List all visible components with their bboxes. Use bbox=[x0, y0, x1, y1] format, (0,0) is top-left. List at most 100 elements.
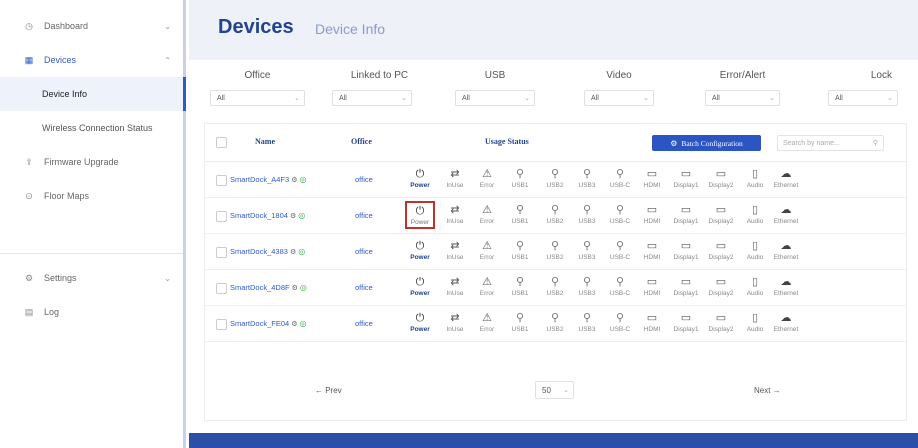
status-label: USB3 bbox=[578, 218, 596, 225]
row-checkbox[interactable] bbox=[216, 247, 227, 258]
status-audio: ▯ Audio bbox=[740, 240, 770, 261]
table-row[interactable]: SmartDock_1804 ⚙ ◎ office ⏻ Power ⇄ InUse ⚠ Error… bbox=[205, 198, 906, 234]
hdmi-icon: ▭ bbox=[646, 240, 658, 252]
batch-configuration-button[interactable]: ⚙ Batch Configuration bbox=[652, 135, 761, 151]
status-label: Display2 bbox=[708, 254, 734, 261]
filter-video-select[interactable]: All ⌄ bbox=[584, 90, 654, 106]
device-name-link[interactable]: SmartDock_FE04 ⚙ ◎ bbox=[230, 319, 306, 328]
status-label: HDMI bbox=[643, 326, 661, 333]
filter-linked-select[interactable]: All ⌄ bbox=[332, 90, 412, 106]
status-label: USB1 bbox=[511, 182, 529, 189]
filter-linked-to-pc: Linked to PC All ⌄ bbox=[332, 70, 427, 106]
display-icon: ▭ bbox=[715, 168, 727, 180]
ethernet-icon: ☁ bbox=[780, 276, 792, 288]
status-power[interactable]: ⏻ Power bbox=[405, 201, 435, 229]
status-label: Display1 bbox=[673, 254, 699, 261]
error-icon: ⚠ bbox=[482, 276, 492, 288]
status-in-use: ⇄ InUse bbox=[440, 204, 470, 225]
sidebar-item-dashboard[interactable]: ◷ Dashboard ⌄ bbox=[0, 9, 183, 43]
prev-page-button[interactable]: ← Prev bbox=[315, 386, 342, 395]
device-name-link[interactable]: SmartDock_4383 ⚙ ◎ bbox=[230, 247, 305, 256]
filter-office-select[interactable]: All ⌄ bbox=[210, 90, 305, 106]
ethernet-icon: ☁ bbox=[780, 312, 792, 324]
status-label: Ethernet bbox=[773, 218, 799, 225]
gear-icon[interactable]: ⚙ bbox=[292, 285, 298, 292]
sidebar-item-firmware-upgrade[interactable]: ⇪ Firmware Upgrade bbox=[0, 145, 183, 179]
display-icon: ▭ bbox=[715, 204, 727, 216]
status-label: USB2 bbox=[546, 218, 564, 225]
display-icon: ▭ bbox=[680, 276, 692, 288]
filter-usb-select[interactable]: All ⌄ bbox=[455, 90, 535, 106]
column-header-office[interactable]: Office bbox=[351, 137, 372, 146]
page-subtitle: Device Info bbox=[315, 21, 386, 37]
status-power[interactable]: ⏻ Power bbox=[405, 240, 435, 261]
online-status-icon: ◎ bbox=[299, 283, 307, 292]
sidebar-item-devices[interactable]: ▦ Devices ⌃ bbox=[0, 43, 183, 77]
device-name: SmartDock_1804 bbox=[230, 211, 288, 220]
status-in-use: ⇄ InUse bbox=[440, 168, 470, 189]
page-size-select[interactable]: 50 ⌄ bbox=[535, 381, 574, 399]
row-checkbox[interactable] bbox=[216, 319, 227, 330]
status-label: Display1 bbox=[673, 218, 699, 225]
usb-icon: ⚲ bbox=[515, 276, 525, 288]
gear-icon: ⚙ bbox=[24, 272, 34, 283]
status-usb: ⚲ USB1 bbox=[505, 168, 535, 189]
table-row[interactable]: SmartDock_4383 ⚙ ◎ office ⏻ Power ⇄ InUse ⚠ Error… bbox=[205, 234, 906, 270]
sidebar-item-device-info[interactable]: Device Info bbox=[0, 77, 186, 111]
status-usb-c: ⚲ USB-C bbox=[605, 168, 635, 189]
status-label: Audio bbox=[746, 326, 764, 333]
usb-icon: ⚲ bbox=[550, 312, 560, 324]
row-checkbox[interactable] bbox=[216, 211, 227, 222]
device-name-link[interactable]: SmartDock_1804 ⚙ ◎ bbox=[230, 211, 305, 220]
gear-icon[interactable]: ⚙ bbox=[290, 213, 296, 220]
filter-error-select[interactable]: All ⌄ bbox=[705, 90, 780, 106]
table-row[interactable]: SmartDock_4D8F ⚙ ◎ office ⏻ Power ⇄ InUse ⚠ Error… bbox=[205, 270, 906, 306]
ethernet-icon: ☁ bbox=[780, 204, 792, 216]
status-power[interactable]: ⏻ Power bbox=[405, 276, 435, 297]
status-audio: ▯ Audio bbox=[740, 168, 770, 189]
gear-icon[interactable]: ⚙ bbox=[291, 321, 297, 328]
filter-lock-select[interactable]: All ⌄ bbox=[828, 90, 898, 106]
sidebar-item-settings[interactable]: ⚙ Settings ⌄ bbox=[0, 261, 183, 295]
status-power[interactable]: ⏻ Power bbox=[405, 168, 435, 189]
sidebar: ◷ Dashboard ⌄ ▦ Devices ⌃ Device Info Wi… bbox=[0, 0, 186, 448]
gear-icon[interactable]: ⚙ bbox=[291, 177, 297, 184]
error-icon: ⚠ bbox=[482, 312, 492, 324]
sidebar-item-wireless-connection-status[interactable]: Wireless Connection Status bbox=[0, 111, 183, 145]
device-office: office bbox=[355, 247, 373, 256]
status-usb: ⚲ USB1 bbox=[505, 276, 535, 297]
sidebar-item-floor-maps[interactable]: ⊙ Floor Maps bbox=[0, 179, 183, 213]
next-page-button[interactable]: Next → bbox=[754, 386, 781, 395]
display-icon: ▭ bbox=[715, 312, 727, 324]
select-all-checkbox[interactable] bbox=[216, 137, 227, 148]
display-icon: ▭ bbox=[680, 312, 692, 324]
row-checkbox[interactable] bbox=[216, 283, 227, 294]
sidebar-item-label: Settings bbox=[44, 273, 77, 283]
sidebar-item-label: Firmware Upgrade bbox=[44, 157, 119, 167]
device-name-link[interactable]: SmartDock_4D8F ⚙ ◎ bbox=[230, 283, 307, 292]
devices-table: Name Office Usage Status ⚙ Batch Configu… bbox=[204, 123, 907, 421]
hdmi-icon: ▭ bbox=[646, 312, 658, 324]
status-label: USB2 bbox=[546, 290, 564, 297]
status-power[interactable]: ⏻ Power bbox=[405, 312, 435, 333]
filter-value: All bbox=[712, 94, 720, 102]
gear-icon[interactable]: ⚙ bbox=[290, 249, 296, 256]
power-icon: ⏻ bbox=[415, 312, 425, 324]
device-name-link[interactable]: SmartDock_A4F3 ⚙ ◎ bbox=[230, 175, 306, 184]
sidebar-item-log[interactable]: ▤ Log bbox=[0, 295, 183, 329]
in-use-icon: ⇄ bbox=[450, 204, 460, 216]
audio-icon: ▯ bbox=[751, 168, 759, 180]
online-status-icon: ◎ bbox=[298, 247, 306, 256]
status-label: Audio bbox=[746, 290, 764, 297]
status-label: USB-C bbox=[609, 290, 631, 297]
search-placeholder: Search by name... bbox=[783, 139, 840, 147]
status-error: ⚠ Error bbox=[472, 312, 502, 333]
table-row[interactable]: SmartDock_FE04 ⚙ ◎ office ⏻ Power ⇄ InUse ⚠ Error… bbox=[205, 306, 906, 342]
row-checkbox[interactable] bbox=[216, 175, 227, 186]
status-label: Display1 bbox=[673, 182, 699, 189]
status-hdmi: ▭ HDMI bbox=[637, 240, 667, 261]
audio-icon: ▯ bbox=[751, 204, 759, 216]
search-input[interactable]: Search by name... ⚲ bbox=[777, 135, 884, 151]
column-header-name[interactable]: Name bbox=[255, 137, 275, 146]
table-row[interactable]: SmartDock_A4F3 ⚙ ◎ office ⏻ Power ⇄ InUse ⚠ Error… bbox=[205, 162, 906, 198]
